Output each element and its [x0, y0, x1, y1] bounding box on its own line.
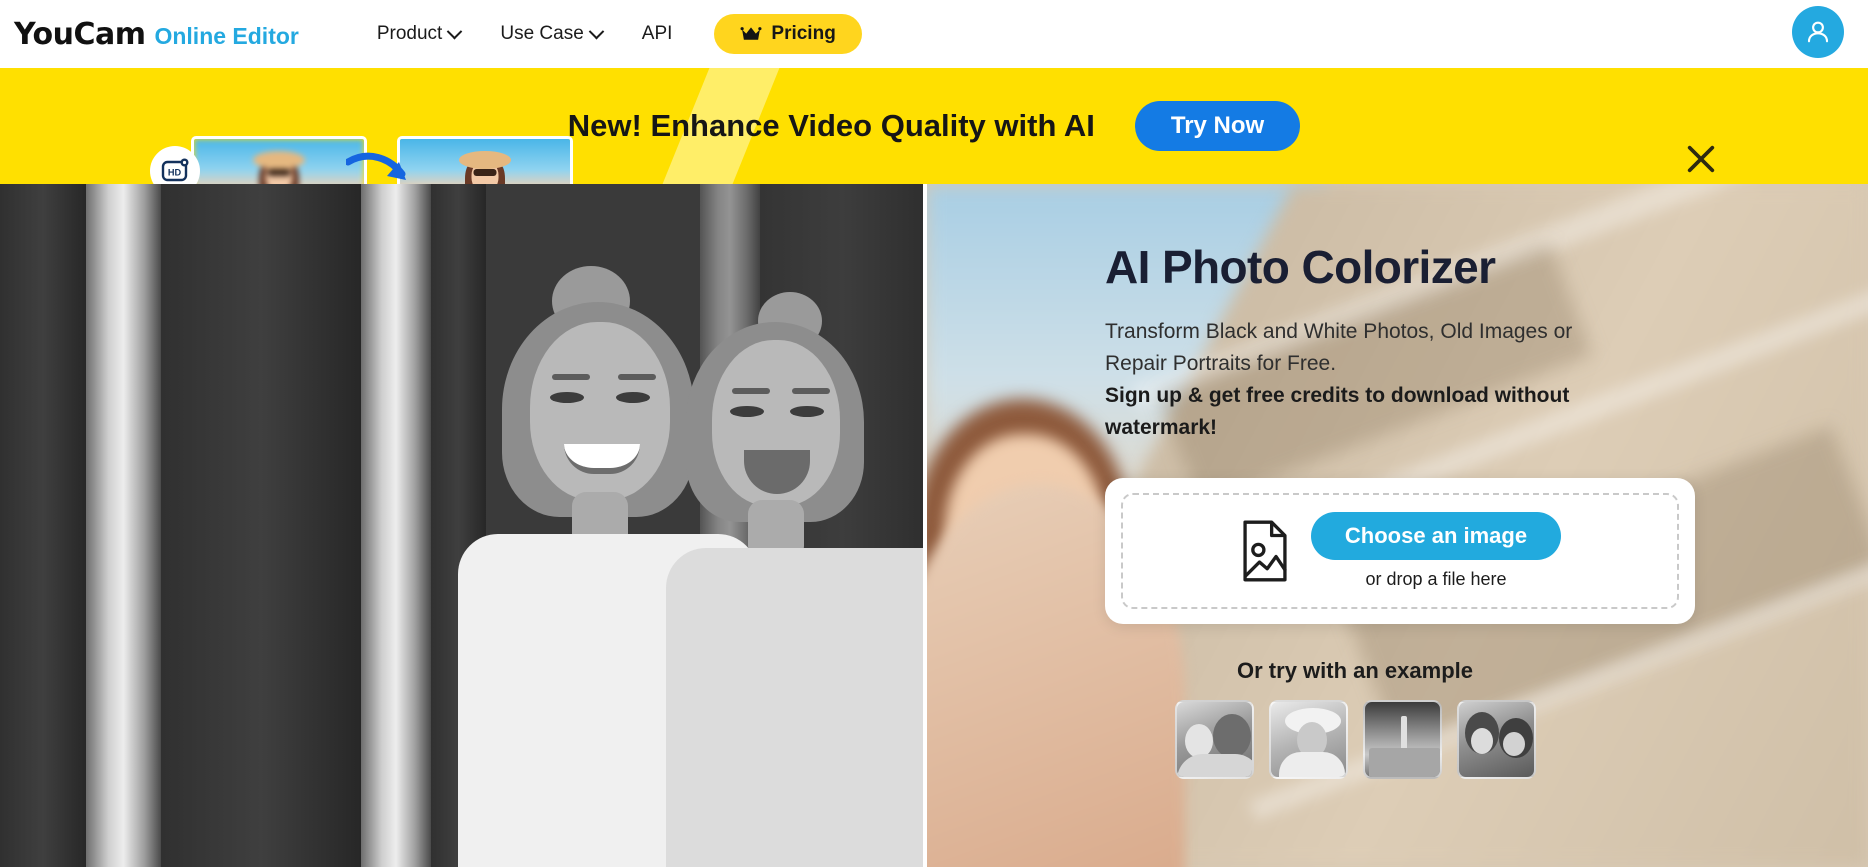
example-two-children[interactable] [1456, 700, 1536, 779]
chevron-down-icon [447, 23, 463, 39]
brand-logo[interactable]: YouCam Online Editor [14, 17, 299, 52]
description-line-2: Repair Portraits for Free. [1105, 352, 1337, 375]
promo-banner: HD New! Enhance Video Quality with AI Tr… [0, 68, 1868, 184]
pricing-button-label: Pricing [771, 23, 836, 44]
brand-name-online-editor: Online Editor [154, 22, 299, 49]
chevron-down-icon [588, 23, 605, 39]
example-thumbnails [1105, 700, 1605, 779]
thumbnail-after-image [400, 139, 570, 184]
nav-item-api-label: API [641, 23, 673, 44]
choose-image-button[interactable]: Choose an image [1310, 512, 1562, 560]
page-title: AI Photo Colorizer [1105, 241, 1496, 293]
user-avatar-icon [1807, 21, 1829, 43]
curved-arrow-icon [346, 152, 406, 180]
description-bold-line-2: watermark! [1105, 416, 1218, 439]
before-after-divider [923, 184, 927, 867]
example-woman-in-hat[interactable] [1268, 700, 1348, 779]
examples-title: Or try with an example [1237, 658, 1473, 683]
example-father-and-daughter[interactable] [1174, 700, 1254, 779]
top-navigation-bar: YouCam Online Editor Product Use Case AP… [0, 0, 1868, 68]
avatar[interactable] [1792, 6, 1844, 58]
brand-name-youcam: YouCam [14, 16, 146, 52]
upload-dropzone[interactable]: Choose an image or drop a file here [1105, 478, 1695, 624]
thumbnail-before-image [194, 139, 364, 184]
description-line-1: Transform Black and White Photos, Old Im… [1105, 320, 1573, 343]
hd-icon: HD [161, 158, 189, 182]
nav-item-use-case-label: Use Case [500, 23, 584, 44]
hero-image-grayscale [0, 184, 925, 867]
hero-subjects-grayscale [458, 264, 925, 867]
nav-item-product[interactable]: Product [357, 15, 480, 53]
nav-item-api[interactable]: API [622, 15, 693, 53]
banner-highlight-wedge [662, 68, 780, 184]
description-bold-line-1: Sign up & get free credits to download w… [1105, 384, 1570, 407]
banner-headline: New! Enhance Video Quality with AI [567, 108, 1095, 143]
upload-dropzone-inner: Choose an image or drop a file here [1121, 493, 1679, 609]
try-now-button[interactable]: Try Now [1134, 101, 1301, 151]
image-file-icon [1243, 520, 1287, 582]
svg-text:HD: HD [168, 167, 182, 177]
nav-item-product-label: Product [376, 23, 443, 44]
upload-actions: Choose an image or drop a file here [1310, 512, 1562, 590]
page-description: Transform Black and White Photos, Old Im… [1105, 316, 1665, 444]
banner-thumbnail-after [397, 136, 573, 184]
banner-thumbnail-before [191, 136, 367, 184]
example-cityscape[interactable] [1362, 700, 1442, 779]
colorizer-panel: AI Photo Colorizer Transform Black and W… [1105, 184, 1705, 867]
crown-icon [740, 27, 762, 40]
pricing-button[interactable]: Pricing [714, 14, 862, 54]
close-icon[interactable] [1684, 142, 1718, 176]
nav-links: Product Use Case API Pricing [357, 14, 862, 54]
drop-file-hint: or drop a file here [1365, 569, 1507, 589]
nav-item-use-case[interactable]: Use Case [480, 15, 621, 53]
